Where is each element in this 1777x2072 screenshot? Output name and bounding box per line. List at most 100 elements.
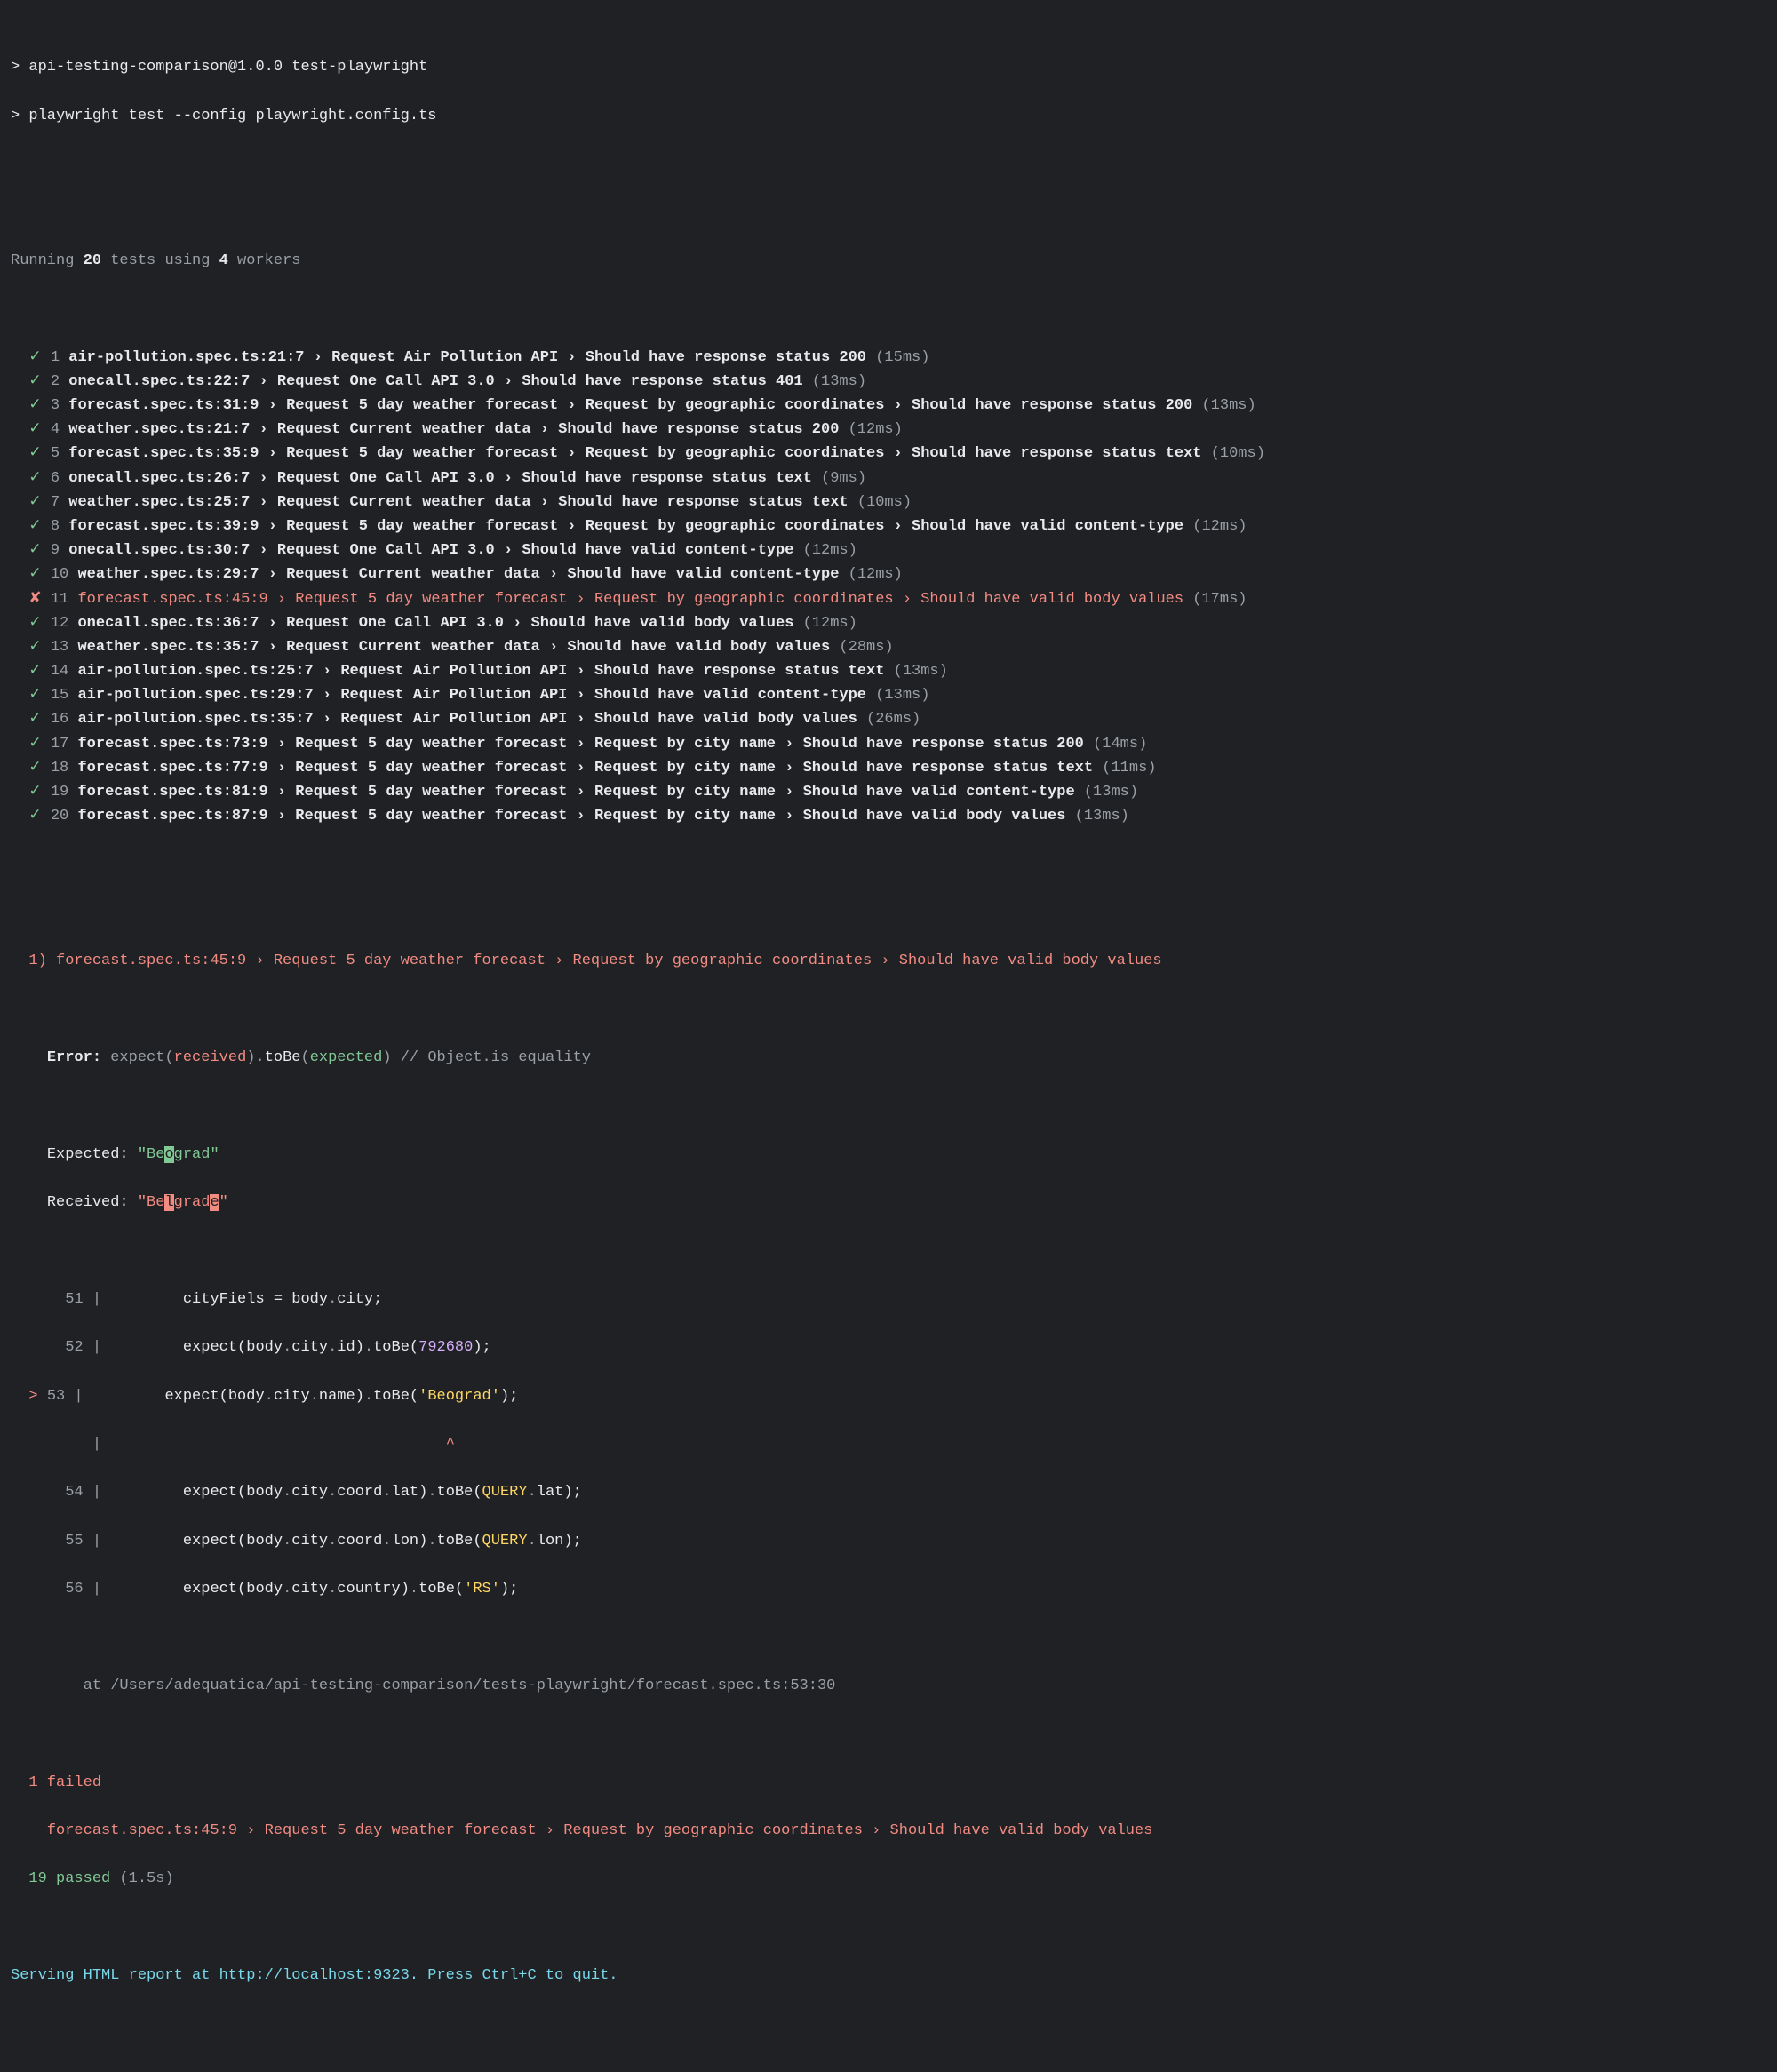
check-icon: ✓ xyxy=(11,784,51,801)
test-index: 10 xyxy=(51,566,78,583)
test-result-row: ✓ 12 onecall.spec.ts:36:7 › Request One … xyxy=(11,611,1766,635)
test-duration: (13ms) xyxy=(1084,784,1138,801)
test-title: air-pollution.spec.ts:35:7 › Request Air… xyxy=(77,711,866,728)
test-duration: (12ms) xyxy=(1192,518,1247,535)
test-index: 14 xyxy=(51,663,78,680)
test-title: onecall.spec.ts:26:7 › Request One Call … xyxy=(68,470,821,487)
test-duration: (26ms) xyxy=(866,711,920,728)
test-index: 12 xyxy=(51,615,78,632)
test-title: forecast.spec.ts:39:9 › Request 5 day we… xyxy=(68,518,1192,535)
test-index: 9 xyxy=(51,542,68,559)
test-result-row: ✓ 18 forecast.spec.ts:77:9 › Request 5 d… xyxy=(11,756,1766,780)
test-index: 8 xyxy=(51,518,68,535)
test-index: 4 xyxy=(51,421,68,438)
test-title: forecast.spec.ts:35:9 › Request 5 day we… xyxy=(68,445,1210,462)
test-title: air-pollution.spec.ts:21:7 › Request Air… xyxy=(68,349,875,366)
check-icon: ✓ xyxy=(11,639,51,656)
test-index: 15 xyxy=(51,687,78,704)
test-index: 20 xyxy=(51,808,78,825)
check-icon: ✓ xyxy=(11,470,51,487)
test-duration: (13ms) xyxy=(875,687,929,704)
summary-failed-detail: forecast.spec.ts:45:9 › Request 5 day we… xyxy=(11,1819,1766,1843)
test-index: 17 xyxy=(51,736,78,753)
test-result-row: ✓ 19 forecast.spec.ts:81:9 › Request 5 d… xyxy=(11,780,1766,804)
test-result-row: ✓ 20 forecast.spec.ts:87:9 › Request 5 d… xyxy=(11,804,1766,828)
test-duration: (10ms) xyxy=(857,494,912,511)
test-title: weather.spec.ts:35:7 › Request Current w… xyxy=(77,639,839,656)
test-title: forecast.spec.ts:31:9 › Request 5 day we… xyxy=(68,397,1201,414)
test-duration: (12ms) xyxy=(849,421,903,438)
code-line-55: 55 | expect(body.city.coord.lon).toBe(QU… xyxy=(11,1529,1766,1553)
code-line-51: 51 | cityFiels = body.city; xyxy=(11,1287,1766,1311)
running-line: Running 20 tests using 4 workers xyxy=(11,249,1766,273)
test-result-row: ✓ 4 weather.spec.ts:21:7 › Request Curre… xyxy=(11,418,1766,442)
test-duration: (13ms) xyxy=(894,663,948,680)
test-duration: (13ms) xyxy=(812,373,866,390)
check-icon: ✓ xyxy=(11,711,51,728)
test-duration: (17ms) xyxy=(1192,591,1247,608)
test-title: forecast.spec.ts:81:9 › Request 5 day we… xyxy=(77,784,1083,801)
test-result-row: ✓ 13 weather.spec.ts:35:7 › Request Curr… xyxy=(11,635,1766,659)
check-icon: ✓ xyxy=(11,808,51,825)
failure-error-line: Error: expect(received).toBe(expected) /… xyxy=(11,1046,1766,1070)
check-icon: ✓ xyxy=(11,349,51,366)
test-result-row: ✓ 5 forecast.spec.ts:35:9 › Request 5 da… xyxy=(11,442,1766,466)
code-line-54: 54 | expect(body.city.coord.lat).toBe(QU… xyxy=(11,1480,1766,1504)
test-index: 3 xyxy=(51,397,68,414)
test-title: forecast.spec.ts:87:9 › Request 5 day we… xyxy=(77,808,1074,825)
test-result-row: ✓ 17 forecast.spec.ts:73:9 › Request 5 d… xyxy=(11,732,1766,756)
failure-title: 1) forecast.spec.ts:45:9 › Request 5 day… xyxy=(11,949,1766,973)
test-duration: (12ms) xyxy=(849,566,903,583)
test-result-row: ✓ 14 air-pollution.spec.ts:25:7 › Reques… xyxy=(11,659,1766,683)
test-title: weather.spec.ts:21:7 › Request Current w… xyxy=(68,421,848,438)
test-index: 7 xyxy=(51,494,68,511)
check-icon: ✓ xyxy=(11,373,51,390)
test-index: 6 xyxy=(51,470,68,487)
test-results-list: ✓ 1 air-pollution.spec.ts:21:7 › Request… xyxy=(11,346,1766,829)
test-duration: (11ms) xyxy=(1102,760,1156,777)
stack-trace: at /Users/adequatica/api-testing-compari… xyxy=(11,1674,1766,1698)
code-caret: | ^ xyxy=(11,1432,1766,1456)
code-line-56: 56 | expect(body.city.country).toBe('RS'… xyxy=(11,1577,1766,1601)
test-title: air-pollution.spec.ts:25:7 › Request Air… xyxy=(77,663,893,680)
check-icon: ✓ xyxy=(11,760,51,777)
check-icon: ✓ xyxy=(11,736,51,753)
serving-line: Serving HTML report at http://localhost:… xyxy=(11,1964,1766,1988)
test-index: 2 xyxy=(51,373,68,390)
check-icon: ✓ xyxy=(11,566,51,583)
code-line-52: 52 | expect(body.city.id).toBe(792680); xyxy=(11,1335,1766,1359)
test-result-row: ✓ 2 onecall.spec.ts:22:7 › Request One C… xyxy=(11,370,1766,394)
test-duration: (10ms) xyxy=(1211,445,1265,462)
cmd-line-2: > playwright test --config playwright.co… xyxy=(11,104,1766,128)
check-icon: ✓ xyxy=(11,663,51,680)
test-result-row: ✓ 3 forecast.spec.ts:31:9 › Request 5 da… xyxy=(11,394,1766,418)
test-result-row: ✓ 16 air-pollution.spec.ts:35:7 › Reques… xyxy=(11,707,1766,731)
test-duration: (28ms) xyxy=(839,639,893,656)
test-index: 5 xyxy=(51,445,68,462)
test-title: forecast.spec.ts:77:9 › Request 5 day we… xyxy=(77,760,1102,777)
code-line-53: > 53 | expect(body.city.name).toBe('Beog… xyxy=(11,1384,1766,1408)
test-result-row: ✓ 7 weather.spec.ts:25:7 › Request Curre… xyxy=(11,490,1766,514)
terminal-output: > api-testing-comparison@1.0.0 test-play… xyxy=(0,0,1777,2072)
check-icon: ✓ xyxy=(11,494,51,511)
test-title: air-pollution.spec.ts:29:7 › Request Air… xyxy=(77,687,875,704)
test-index: 16 xyxy=(51,711,78,728)
test-result-row: ✓ 15 air-pollution.spec.ts:29:7 › Reques… xyxy=(11,683,1766,707)
test-duration: (12ms) xyxy=(803,542,857,559)
test-duration: (12ms) xyxy=(803,615,857,632)
test-index: 19 xyxy=(51,784,78,801)
check-icon: ✓ xyxy=(11,397,51,414)
received-line: Received: "Belgrade" xyxy=(11,1191,1766,1215)
test-title: forecast.spec.ts:45:9 › Request 5 day we… xyxy=(77,591,1192,608)
test-duration: (9ms) xyxy=(821,470,866,487)
test-duration: (15ms) xyxy=(875,349,929,366)
check-icon: ✓ xyxy=(11,542,51,559)
test-title: onecall.spec.ts:22:7 › Request One Call … xyxy=(68,373,812,390)
test-title: onecall.spec.ts:30:7 › Request One Call … xyxy=(68,542,802,559)
test-title: weather.spec.ts:29:7 › Request Current w… xyxy=(77,566,848,583)
cmd-line-1: > api-testing-comparison@1.0.0 test-play… xyxy=(11,55,1766,79)
test-result-row: ✓ 9 onecall.spec.ts:30:7 › Request One C… xyxy=(11,538,1766,562)
test-title: weather.spec.ts:25:7 › Request Current w… xyxy=(68,494,857,511)
test-title: onecall.spec.ts:36:7 › Request One Call … xyxy=(77,615,802,632)
test-result-row: ✓ 6 onecall.spec.ts:26:7 › Request One C… xyxy=(11,466,1766,490)
